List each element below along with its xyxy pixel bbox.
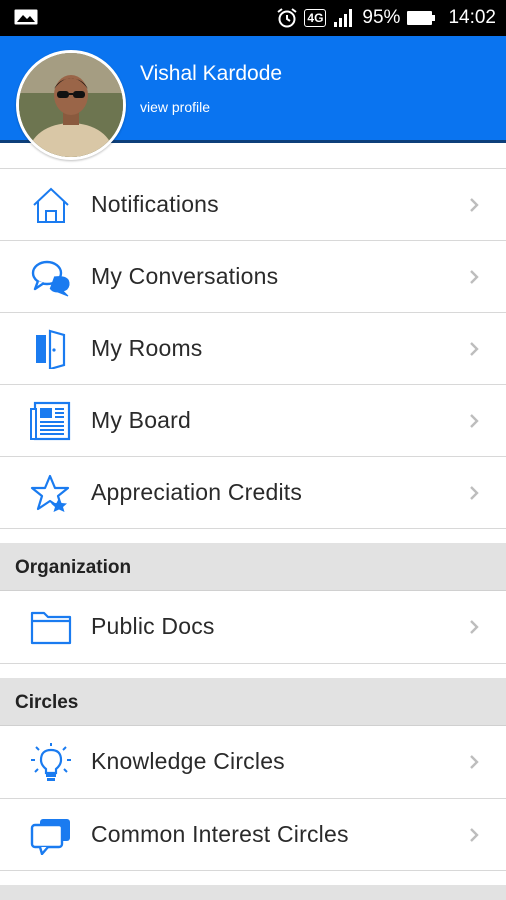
section-title: Circles: [15, 692, 79, 713]
door-icon: [36, 329, 66, 369]
menu-item-label: My Board: [91, 407, 192, 433]
chat-bubbles-icon: [31, 260, 70, 297]
menu-item-bottom-border: [0, 528, 506, 529]
menu-item-knowledge-circles[interactable]: Knowledge Circles: [0, 726, 506, 798]
menu-item-my-conversations[interactable]: My Conversations: [0, 240, 506, 312]
newspaper-icon: [30, 401, 71, 441]
menu-item-label: Notifications: [91, 191, 219, 217]
home-icon: [33, 187, 69, 223]
section-title: Organization: [15, 557, 132, 578]
chevron-right-icon: [470, 755, 479, 769]
menu-item-notifications[interactable]: Notifications: [0, 168, 506, 240]
chevron-right-icon: [470, 414, 479, 428]
network-type-badge: 4G: [304, 9, 327, 27]
avatar-photo: [19, 53, 123, 157]
battery-percent: 95%: [362, 7, 401, 28]
status-bar: 4G 95% 14:02: [0, 0, 506, 36]
menu-item-label: Common Interest Circles: [91, 821, 349, 847]
chat-box-icon: [30, 819, 70, 855]
menu-item-label: Appreciation Credits: [91, 479, 303, 505]
menu-item-label: Public Docs: [91, 613, 215, 639]
chevron-right-icon: [470, 828, 479, 842]
chevron-right-icon: [470, 486, 479, 500]
menu-item-label: Knowledge Circles: [91, 748, 285, 774]
menu-item-my-board[interactable]: My Board: [0, 384, 506, 456]
menu-item-appreciation-credits[interactable]: Appreciation Credits: [0, 456, 506, 528]
clock: 14:02: [448, 7, 496, 28]
chevron-right-icon: [470, 342, 479, 356]
menu-item-bottom-border: [0, 870, 506, 871]
user-name: Vishal Kardode: [140, 62, 283, 85]
chevron-right-icon: [470, 198, 479, 212]
menu-item-my-rooms[interactable]: My Rooms: [0, 312, 506, 384]
folder-icon: [30, 611, 72, 645]
menu-item-public-docs[interactable]: Public Docs: [0, 591, 506, 663]
section-header-circles: Circles: [0, 678, 506, 726]
section-header-partial: [0, 885, 506, 900]
battery-icon: [407, 11, 436, 25]
alarm-icon: [277, 8, 298, 28]
menu-item-bottom-border: [0, 663, 506, 664]
gallery-notification-icon: [14, 9, 38, 25]
section-header-organization: Organization: [0, 543, 506, 591]
star-icon: [30, 474, 70, 512]
avatar[interactable]: [16, 50, 126, 160]
menu-item-label: My Conversations: [91, 263, 279, 289]
chevron-right-icon: [470, 270, 479, 284]
chevron-right-icon: [470, 620, 479, 634]
view-profile-link[interactable]: view profile: [140, 99, 210, 115]
menu-item-common-interest-circles[interactable]: Common Interest Circles: [0, 798, 506, 870]
drawer-menu: Notifications My Conversations My Rooms …: [0, 168, 506, 900]
lightbulb-icon: [31, 743, 71, 781]
signal-icon: [334, 9, 353, 27]
menu-item-label: My Rooms: [91, 335, 203, 361]
